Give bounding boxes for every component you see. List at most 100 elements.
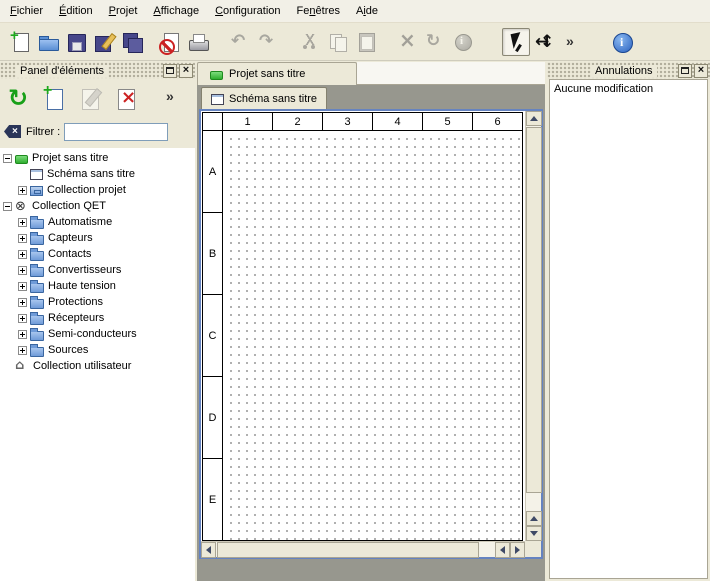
float-button[interactable] bbox=[163, 64, 177, 78]
save-button[interactable] bbox=[62, 28, 90, 56]
project-icon bbox=[15, 155, 28, 164]
elements-overflow-button[interactable] bbox=[159, 84, 189, 114]
arrow-up-icon bbox=[530, 116, 538, 121]
copy-button[interactable] bbox=[324, 28, 352, 56]
save-as-button[interactable] bbox=[90, 28, 118, 56]
close-button[interactable]: × bbox=[179, 64, 193, 78]
tree-item[interactable]: Collection utilisateur bbox=[0, 358, 195, 374]
select-tool-button[interactable] bbox=[502, 28, 530, 56]
expand-icon[interactable] bbox=[18, 218, 27, 227]
expand-icon[interactable] bbox=[18, 250, 27, 259]
menu-fichier[interactable]: Fichier bbox=[2, 0, 51, 22]
tree-item-label: Contacts bbox=[44, 248, 91, 260]
menu-affichage[interactable]: Affichage bbox=[145, 0, 207, 22]
cut-button[interactable] bbox=[296, 28, 324, 56]
reload-collections-button[interactable] bbox=[4, 84, 34, 114]
tree-item[interactable]: Projet sans titre bbox=[0, 150, 195, 166]
filter-input[interactable] bbox=[64, 123, 168, 141]
tree-item[interactable]: Automatisme bbox=[0, 214, 195, 230]
scroll-up-button-2[interactable] bbox=[526, 511, 542, 526]
collapse-icon[interactable] bbox=[3, 202, 12, 211]
expand-icon[interactable] bbox=[18, 234, 27, 243]
information-button[interactable] bbox=[448, 28, 476, 56]
print-button[interactable] bbox=[184, 28, 212, 56]
diagram-canvas[interactable]: 123456 ABCDE bbox=[201, 111, 525, 541]
menu-fenetres[interactable]: Fenêtres bbox=[289, 0, 348, 22]
float-icon bbox=[166, 67, 174, 74]
tree-item[interactable]: Collection QET bbox=[0, 198, 195, 214]
save-all-icon bbox=[121, 31, 143, 53]
clear-filter-icon[interactable] bbox=[4, 123, 22, 141]
print-icon bbox=[187, 31, 209, 53]
new-document-button[interactable] bbox=[6, 28, 34, 56]
undo-history-list[interactable]: Aucune modification bbox=[549, 79, 708, 579]
rotate-button[interactable] bbox=[420, 28, 448, 56]
menu-projet[interactable]: Projet bbox=[101, 0, 146, 22]
chevron-icon bbox=[561, 31, 583, 53]
redo-icon bbox=[257, 31, 279, 53]
move-tool-button[interactable] bbox=[530, 28, 558, 56]
float-button[interactable] bbox=[678, 64, 692, 78]
grid-area[interactable] bbox=[224, 132, 522, 540]
vertical-scroll-thumb[interactable] bbox=[526, 127, 542, 493]
menu-configuration[interactable]: Configuration bbox=[207, 0, 288, 22]
tree-item[interactable]: Capteurs bbox=[0, 230, 195, 246]
expand-icon[interactable] bbox=[18, 314, 27, 323]
edit-element-button[interactable] bbox=[76, 84, 106, 114]
scroll-down-button[interactable] bbox=[526, 526, 542, 541]
menu-edition[interactable]: Édition bbox=[51, 0, 101, 22]
horizontal-scroll-thumb[interactable] bbox=[217, 542, 479, 558]
expand-icon[interactable] bbox=[18, 266, 27, 275]
expand-icon[interactable] bbox=[18, 330, 27, 339]
tree-item[interactable]: Récepteurs bbox=[0, 310, 195, 326]
tree-item[interactable]: Collection projet bbox=[0, 182, 195, 198]
tree-item[interactable]: Schéma sans titre bbox=[0, 166, 195, 182]
expand-icon[interactable] bbox=[18, 186, 27, 195]
save-all-button[interactable] bbox=[118, 28, 146, 56]
tree-item[interactable]: Protections bbox=[0, 294, 195, 310]
tree-item[interactable]: Convertisseurs bbox=[0, 262, 195, 278]
tab-project[interactable]: Projet sans titre bbox=[197, 62, 357, 85]
expand-icon[interactable] bbox=[18, 298, 27, 307]
column-header: 5 bbox=[423, 113, 473, 131]
tree-item[interactable]: Haute tension bbox=[0, 278, 195, 294]
cut-icon bbox=[299, 31, 321, 53]
menu-aide[interactable]: Aide bbox=[348, 0, 386, 22]
paste-button[interactable] bbox=[352, 28, 380, 56]
vertical-scrollbar[interactable] bbox=[525, 111, 541, 541]
tab-schema-label: Schéma sans titre bbox=[229, 93, 317, 105]
tree-item[interactable]: Semi-conducteurs bbox=[0, 326, 195, 342]
scroll-right-button[interactable] bbox=[510, 542, 525, 558]
undo-panel-titlebar[interactable]: Annulations × bbox=[547, 62, 710, 79]
arrow-down-icon bbox=[530, 531, 538, 536]
copy-icon bbox=[327, 31, 349, 53]
expand-icon[interactable] bbox=[18, 346, 27, 355]
about-info-button[interactable] bbox=[608, 28, 636, 56]
reload-collections-icon bbox=[6, 86, 32, 112]
close-file-button[interactable] bbox=[156, 28, 184, 56]
new-element-button[interactable] bbox=[40, 84, 70, 114]
scroll-up-button[interactable] bbox=[526, 111, 542, 126]
redo-button[interactable] bbox=[254, 28, 282, 56]
collapse-icon[interactable] bbox=[3, 154, 12, 163]
tree-item[interactable]: Contacts bbox=[0, 246, 195, 262]
scroll-left-button-2[interactable] bbox=[495, 542, 510, 558]
undo-button[interactable] bbox=[226, 28, 254, 56]
elements-panel-titlebar[interactable]: Panel d'éléments × bbox=[0, 62, 195, 79]
close-button[interactable]: × bbox=[694, 64, 708, 78]
tab-schema[interactable]: Schéma sans titre bbox=[201, 87, 327, 109]
tree-item[interactable]: Sources bbox=[0, 342, 195, 358]
delete-button[interactable] bbox=[392, 28, 420, 56]
filter-row: Filtrer : bbox=[0, 119, 195, 148]
toolbar-overflow-button[interactable] bbox=[558, 28, 586, 56]
horizontal-scrollbar[interactable] bbox=[201, 541, 525, 557]
sheet-corner-cell bbox=[203, 113, 223, 131]
scroll-left-button[interactable] bbox=[201, 542, 216, 558]
home-icon bbox=[15, 360, 29, 373]
undo-panel: Annulations × Aucune modification bbox=[547, 62, 710, 581]
open-document-button[interactable] bbox=[34, 28, 62, 56]
delete-element-button[interactable] bbox=[112, 84, 142, 114]
column-header: 2 bbox=[273, 113, 323, 131]
tree-item-label: Collection QET bbox=[28, 200, 106, 212]
expand-icon[interactable] bbox=[18, 282, 27, 291]
